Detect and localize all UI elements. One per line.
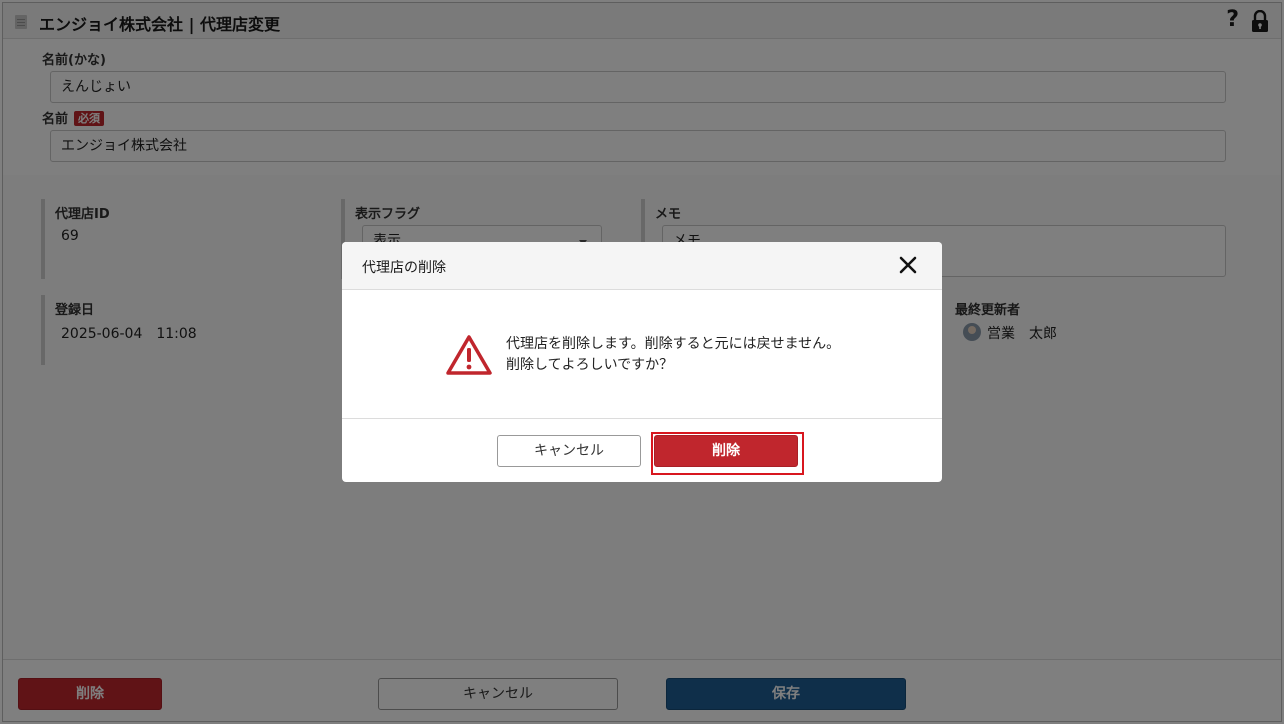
dialog-delete-button[interactable]: 削除 <box>654 435 798 467</box>
dialog-header: 代理店の削除 <box>342 242 942 290</box>
delete-confirm-dialog: 代理店の削除 代理店を削除します。削除すると元には戻せません。 削除してよろしい… <box>342 242 942 482</box>
dialog-body: 代理店を削除します。削除すると元には戻せません。 削除してよろしいですか？ <box>342 290 942 418</box>
close-icon[interactable] <box>898 255 918 275</box>
warning-icon <box>446 335 492 375</box>
dialog-cancel-button[interactable]: キャンセル <box>497 435 641 467</box>
dialog-message-line1: 代理店を削除します。削除すると元には戻せません。 <box>506 336 841 352</box>
dialog-message-line2: 削除してよろしいですか？ <box>506 357 674 373</box>
dialog-title: 代理店の削除 <box>362 260 446 276</box>
dialog-footer: キャンセル 削除 <box>342 418 942 482</box>
dialog-message: 代理店を削除します。削除すると元には戻せません。 削除してよろしいですか？ <box>506 334 840 376</box>
